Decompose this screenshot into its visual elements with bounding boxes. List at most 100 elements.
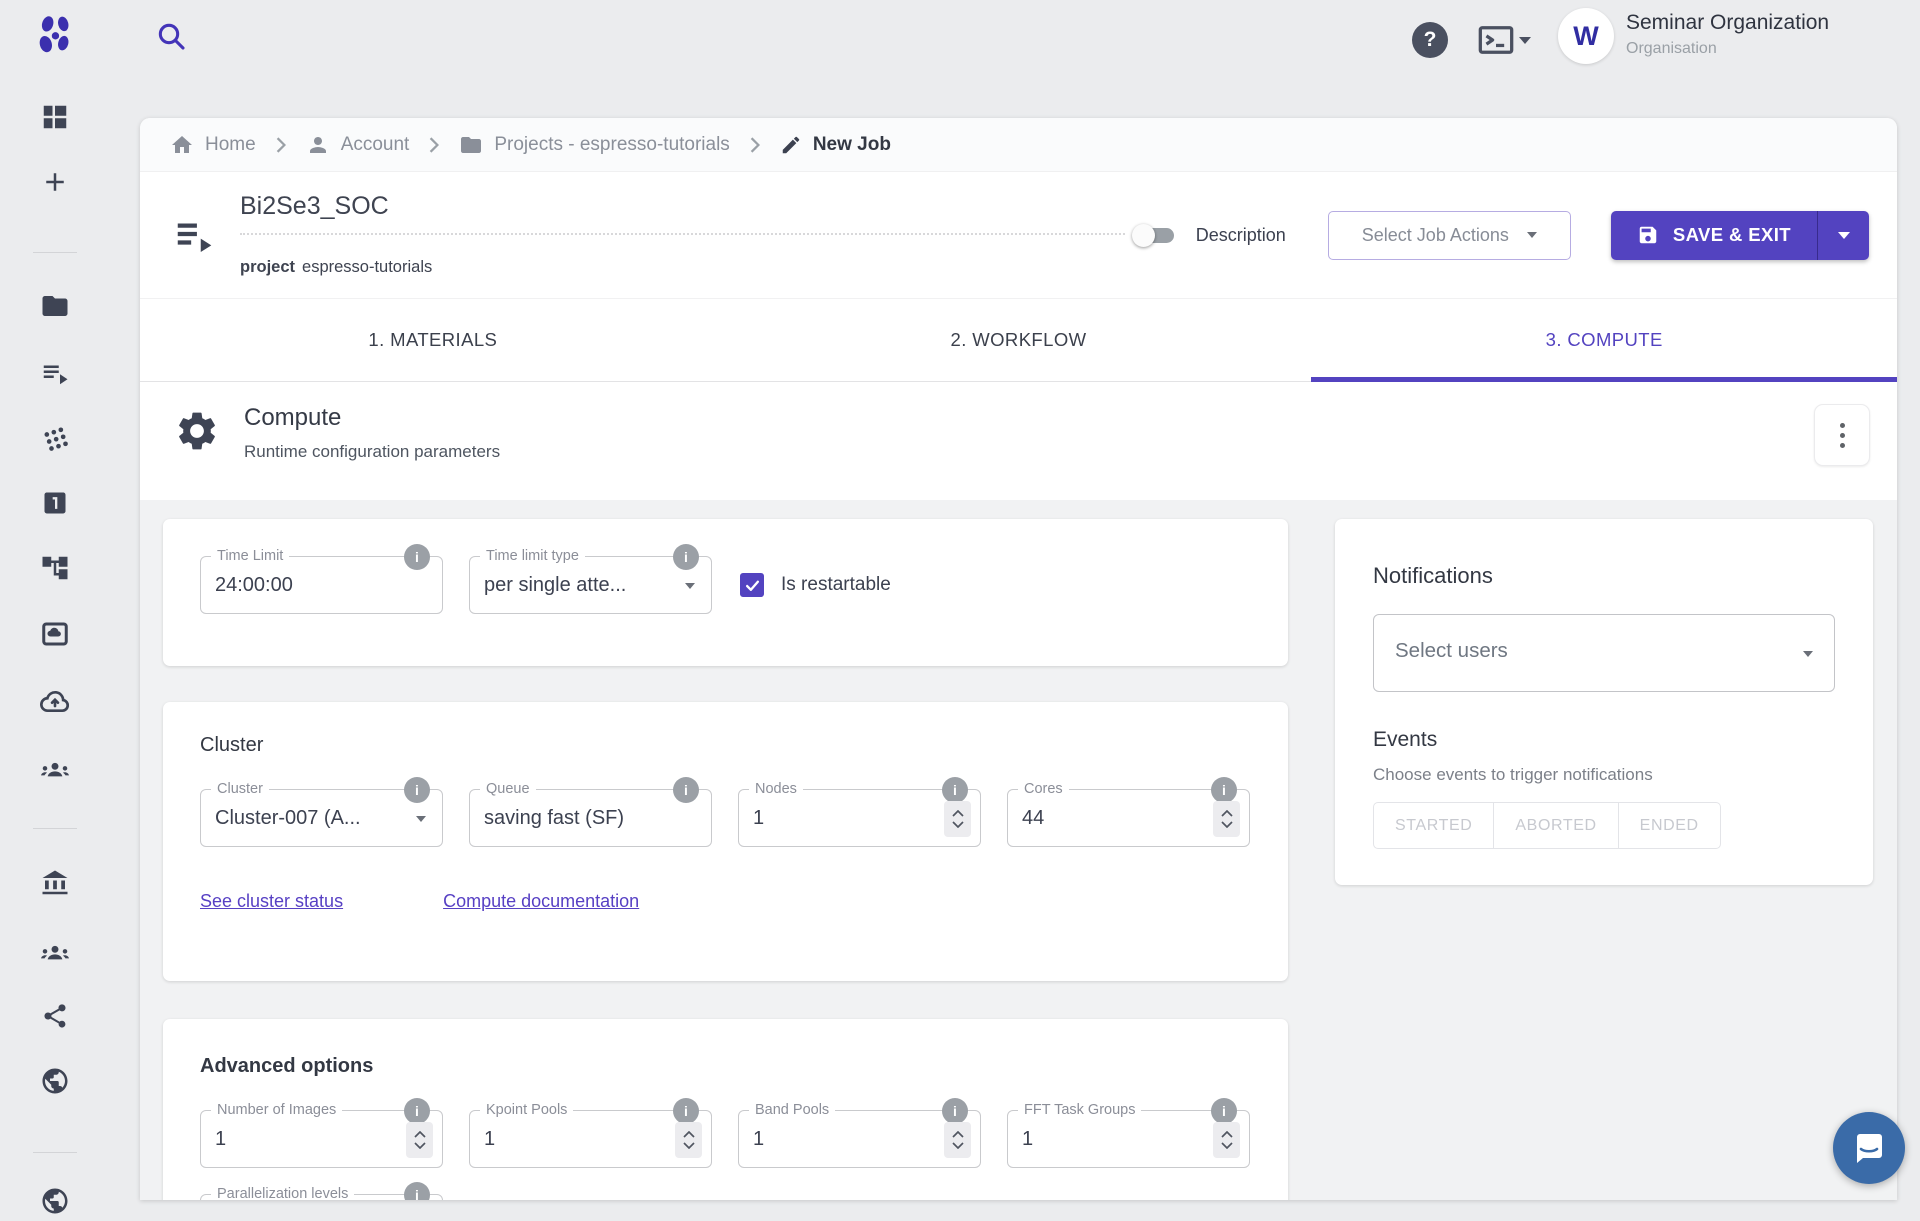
stepper-buttons[interactable] — [1213, 801, 1240, 837]
save-label: SAVE & EXIT — [1673, 224, 1791, 246]
time-limit-type-select[interactable]: Time limit type i per single atte... — [469, 556, 712, 614]
info-icon[interactable]: i — [673, 777, 699, 803]
kpoint-pools-stepper[interactable]: Kpoint Pools i 1 — [469, 1110, 712, 1168]
sidebar-divider — [33, 828, 77, 829]
parallelization-levels-field[interactable]: Parallelization levels i — [200, 1194, 443, 1200]
stepper-buttons[interactable] — [406, 1122, 433, 1158]
notifications-card: Notifications Select users Events Choose… — [1335, 519, 1873, 885]
chevron-up-icon — [414, 1131, 426, 1138]
kebab-icon — [1840, 423, 1845, 428]
chevron-up-icon — [1221, 810, 1233, 817]
chevron-up-icon — [952, 1131, 964, 1138]
globe-icon[interactable] — [40, 1186, 70, 1221]
cluster-status-link[interactable]: See cluster status — [200, 891, 343, 912]
info-icon[interactable]: i — [673, 544, 699, 570]
breadcrumb-label: Account — [341, 134, 410, 156]
select-users-dropdown[interactable]: Select users — [1373, 614, 1835, 692]
shared-groups-icon[interactable] — [39, 936, 71, 973]
compute-docs-link[interactable]: Compute documentation — [443, 891, 639, 912]
main-panel: Home Account Projects - espresso-tutoria… — [140, 118, 1897, 1200]
info-icon[interactable]: i — [942, 777, 968, 803]
save-dropdown-button[interactable] — [1817, 211, 1869, 260]
image-icon[interactable] — [40, 619, 70, 654]
breadcrumb-home[interactable]: Home — [170, 133, 256, 157]
chat-launcher-button[interactable] — [1833, 1112, 1905, 1184]
events-heading: Events — [1373, 728, 1835, 752]
info-icon[interactable]: i — [1211, 1098, 1237, 1124]
dashboard-icon[interactable] — [40, 102, 70, 137]
info-icon[interactable]: i — [404, 1182, 430, 1200]
tab-label: 1. MATERIALS — [368, 329, 497, 351]
cluster-card: Cluster Cluster i Cluster-007 (A... Queu… — [163, 702, 1288, 981]
breadcrumb-project[interactable]: Projects - espresso-tutorials — [459, 133, 729, 157]
jobs-list-icon[interactable] — [40, 358, 70, 393]
project-line: projectespresso-tutorials — [240, 258, 432, 277]
description-toggle[interactable] — [1132, 217, 1180, 253]
organization-bank-icon[interactable] — [40, 868, 70, 903]
queue-field[interactable]: Queue i saving fast (SF) — [469, 789, 712, 847]
fft-task-groups-stepper[interactable]: FFT Task Groups i 1 — [1007, 1110, 1250, 1168]
breadcrumb: Home Account Projects - espresso-tutoria… — [140, 118, 1897, 172]
materials-grain-icon[interactable] — [41, 424, 69, 457]
breadcrumb-label: Home — [205, 134, 256, 156]
org-name: Seminar Organization — [1626, 11, 1829, 35]
help-glyph: ? — [1424, 28, 1437, 52]
info-icon[interactable]: i — [1211, 777, 1237, 803]
tab-compute[interactable]: 3. COMPUTE — [1311, 299, 1897, 381]
gear-icon — [174, 408, 220, 459]
cluster-select[interactable]: Cluster i Cluster-007 (A... — [200, 789, 443, 847]
search-icon[interactable] — [155, 20, 187, 57]
org-menu[interactable]: Seminar Organization Organisation — [1626, 11, 1829, 58]
home-icon — [170, 133, 194, 157]
chevron-down-icon — [683, 1142, 695, 1149]
event-started-button[interactable]: STARTED — [1373, 802, 1494, 849]
number-of-images-stepper[interactable]: Number of Images i 1 — [200, 1110, 443, 1168]
project-label: project — [240, 258, 295, 276]
nodes-stepper[interactable]: Nodes i 1 — [738, 789, 981, 847]
field-label: Nodes — [749, 781, 803, 797]
stepper-buttons[interactable] — [944, 1122, 971, 1158]
save-button[interactable]: SAVE & EXIT — [1611, 211, 1817, 260]
chat-bubble-icon — [1852, 1132, 1886, 1164]
compute-section-header: Compute Runtime configuration parameters — [140, 382, 1897, 500]
terminal-icon[interactable] — [1478, 25, 1531, 55]
tab-workflow[interactable]: 2. WORKFLOW — [726, 299, 1312, 381]
is-restartable-checkbox[interactable]: Is restartable — [740, 556, 891, 614]
info-icon[interactable]: i — [404, 544, 430, 570]
projects-folder-icon[interactable] — [40, 291, 70, 326]
info-icon[interactable]: i — [942, 1098, 968, 1124]
stepper-buttons[interactable] — [1213, 1122, 1240, 1158]
tab-label: 3. COMPUTE — [1546, 329, 1663, 351]
caret-down-icon — [416, 816, 426, 822]
looks-one-icon[interactable] — [41, 489, 69, 522]
cores-stepper[interactable]: Cores i 44 — [1007, 789, 1250, 847]
info-icon[interactable]: i — [404, 777, 430, 803]
band-pools-stepper[interactable]: Band Pools i 1 — [738, 1110, 981, 1168]
job-actions-select[interactable]: Select Job Actions — [1328, 211, 1571, 260]
help-icon[interactable]: ? — [1412, 22, 1448, 58]
info-icon[interactable]: i — [404, 1098, 430, 1124]
job-title-field[interactable]: Bi2Se3_SOC — [240, 192, 1125, 235]
stepper-buttons[interactable] — [675, 1122, 702, 1158]
caret-down-icon — [685, 583, 695, 589]
more-options-button[interactable] — [1814, 404, 1870, 466]
breadcrumb-account[interactable]: Account — [306, 133, 410, 157]
app-logo-icon[interactable] — [33, 12, 77, 61]
time-limit-field[interactable]: Time Limit i 24:00:00 — [200, 556, 443, 614]
team-groups-icon[interactable] — [39, 753, 71, 790]
share-icon[interactable] — [41, 1002, 69, 1035]
events-subtitle: Choose events to trigger notifications — [1373, 765, 1835, 785]
event-aborted-button[interactable]: ABORTED — [1494, 802, 1618, 849]
avatar[interactable]: W — [1558, 8, 1614, 64]
tab-materials[interactable]: 1. MATERIALS — [140, 299, 726, 381]
sidebar-divider — [33, 252, 77, 253]
workflow-tree-icon[interactable] — [40, 553, 70, 588]
event-button-group: STARTED ABORTED ENDED — [1373, 802, 1721, 849]
globe-icon[interactable] — [40, 1066, 70, 1101]
cloud-upload-icon[interactable] — [39, 686, 71, 723]
event-ended-button[interactable]: ENDED — [1619, 802, 1721, 849]
add-icon[interactable] — [40, 167, 70, 202]
stepper-buttons[interactable] — [944, 801, 971, 837]
toggle-knob — [1132, 224, 1155, 247]
info-icon[interactable]: i — [673, 1098, 699, 1124]
